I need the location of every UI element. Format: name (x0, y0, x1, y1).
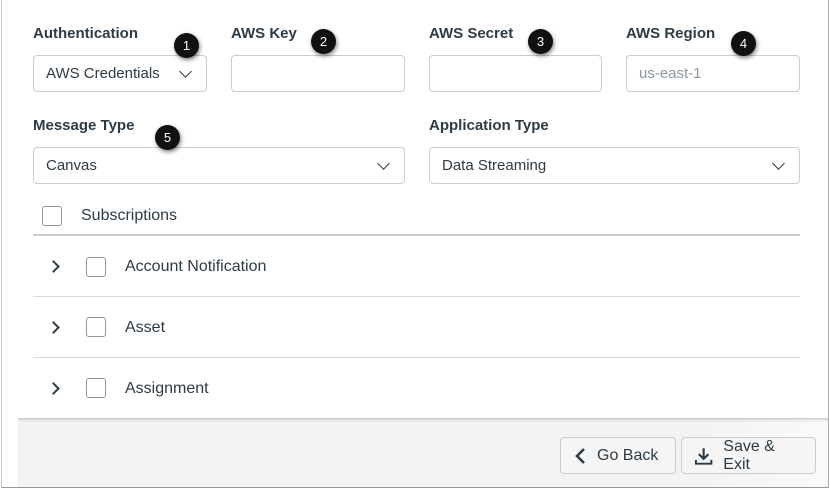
chevron-right-icon[interactable] (47, 260, 60, 273)
download-icon (694, 447, 713, 465)
subscription-label: Assignment (125, 380, 209, 397)
aws-region-label: AWS Region (626, 25, 716, 42)
subscription-row: Account Notification (33, 236, 800, 297)
subscription-label: Asset (125, 319, 166, 336)
application-type-value: Data Streaming (442, 157, 547, 174)
save-exit-label: Save & Exit (723, 437, 775, 473)
subscription-row: Assignment (33, 358, 800, 419)
chevron-down-icon (179, 64, 192, 78)
subscription-checkbox[interactable] (86, 378, 106, 398)
authentication-value: AWS Credentials (46, 65, 160, 82)
go-back-button[interactable]: Go Back (560, 437, 676, 474)
subscription-checkbox[interactable] (86, 257, 106, 277)
aws-secret-label: AWS Secret (429, 25, 514, 42)
message-type-select[interactable]: Canvas (33, 147, 405, 184)
aws-region-placeholder: us-east-1 (639, 65, 702, 82)
aws-key-label: AWS Key (231, 25, 297, 42)
application-type-select[interactable]: Data Streaming (429, 147, 800, 184)
callout-badge-4: 4 (731, 31, 756, 56)
chevron-right-icon[interactable] (47, 382, 60, 395)
save-exit-button[interactable]: Save & Exit (681, 437, 816, 474)
callout-badge-3: 3 (528, 29, 553, 54)
go-back-label: Go Back (597, 446, 659, 464)
callout-badge-1: 1 (174, 33, 199, 58)
authentication-select[interactable]: AWS Credentials (33, 55, 207, 92)
callout-badge-5: 5 (155, 125, 180, 150)
subscription-checkbox[interactable] (86, 317, 106, 337)
chevron-right-icon[interactable] (47, 321, 60, 334)
aws-key-input[interactable] (231, 55, 405, 92)
chevron-left-icon (575, 447, 585, 464)
aws-region-input[interactable]: us-east-1 (626, 55, 800, 92)
chevron-down-icon (772, 156, 785, 170)
chevron-down-icon (377, 156, 390, 170)
subscriptions-checkbox[interactable] (42, 206, 62, 226)
message-type-label: Message Type (33, 117, 135, 134)
message-type-value: Canvas (46, 157, 97, 174)
aws-secret-input[interactable] (429, 55, 602, 92)
subscription-label: Account Notification (125, 258, 267, 275)
subscriptions-label: Subscriptions (81, 207, 178, 224)
application-type-label: Application Type (429, 117, 549, 134)
subscription-row: Asset (33, 297, 800, 358)
authentication-label: Authentication (33, 25, 138, 42)
callout-badge-2: 2 (311, 29, 336, 54)
